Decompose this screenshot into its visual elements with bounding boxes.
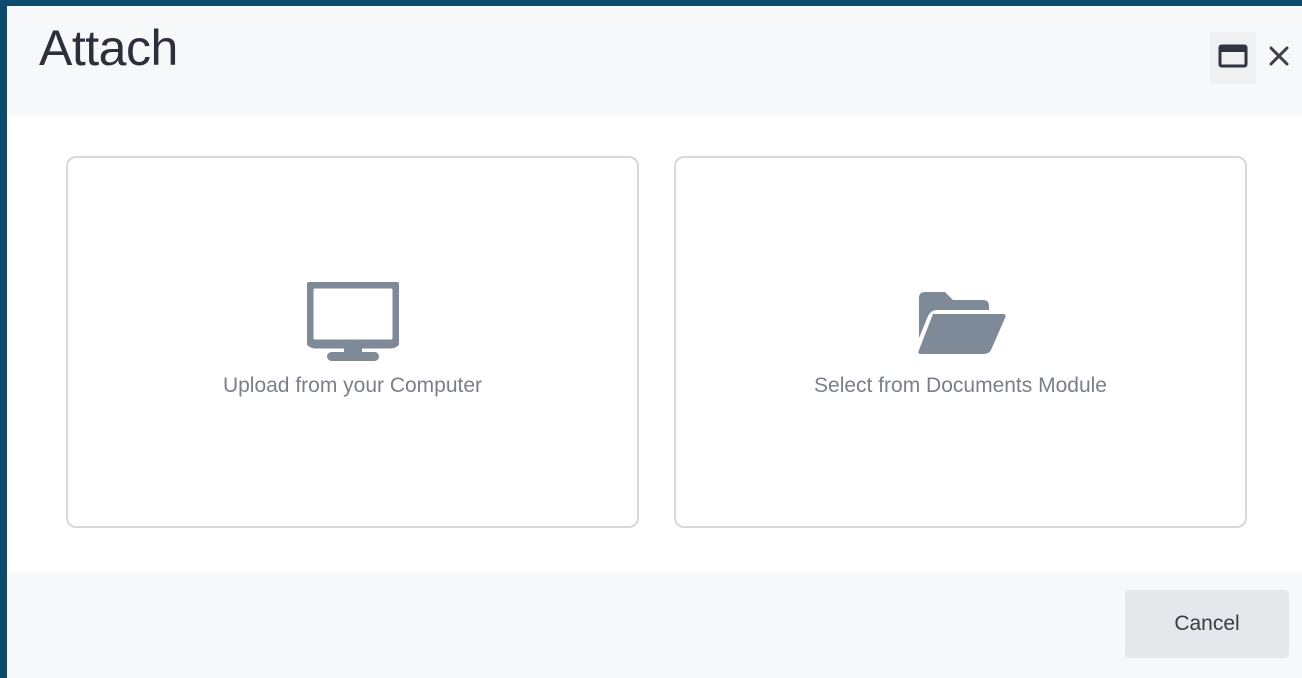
select-from-documents-card[interactable]: Select from Documents Module <box>674 156 1247 528</box>
attach-dialog: Attach Upload from your Computer Select … <box>7 6 1302 678</box>
close-icon <box>1268 45 1290 72</box>
folder-open-icon <box>915 282 1007 364</box>
upload-from-computer-label: Upload from your Computer <box>222 374 483 397</box>
upload-from-computer-card[interactable]: Upload from your Computer <box>66 156 639 528</box>
window-maximize-icon <box>1218 44 1248 73</box>
desktop-monitor-icon <box>306 282 399 364</box>
dialog-title: Attach <box>39 20 178 76</box>
maximize-button[interactable] <box>1210 32 1256 84</box>
select-from-documents-label: Select from Documents Module <box>814 374 1107 397</box>
window-controls <box>1210 32 1302 84</box>
cancel-button[interactable]: Cancel <box>1125 590 1289 658</box>
dialog-header: Attach <box>7 6 1302 116</box>
close-button[interactable] <box>1256 32 1302 84</box>
dialog-body: Upload from your Computer Select from Do… <box>7 116 1302 572</box>
dialog-footer: Cancel <box>7 572 1302 678</box>
